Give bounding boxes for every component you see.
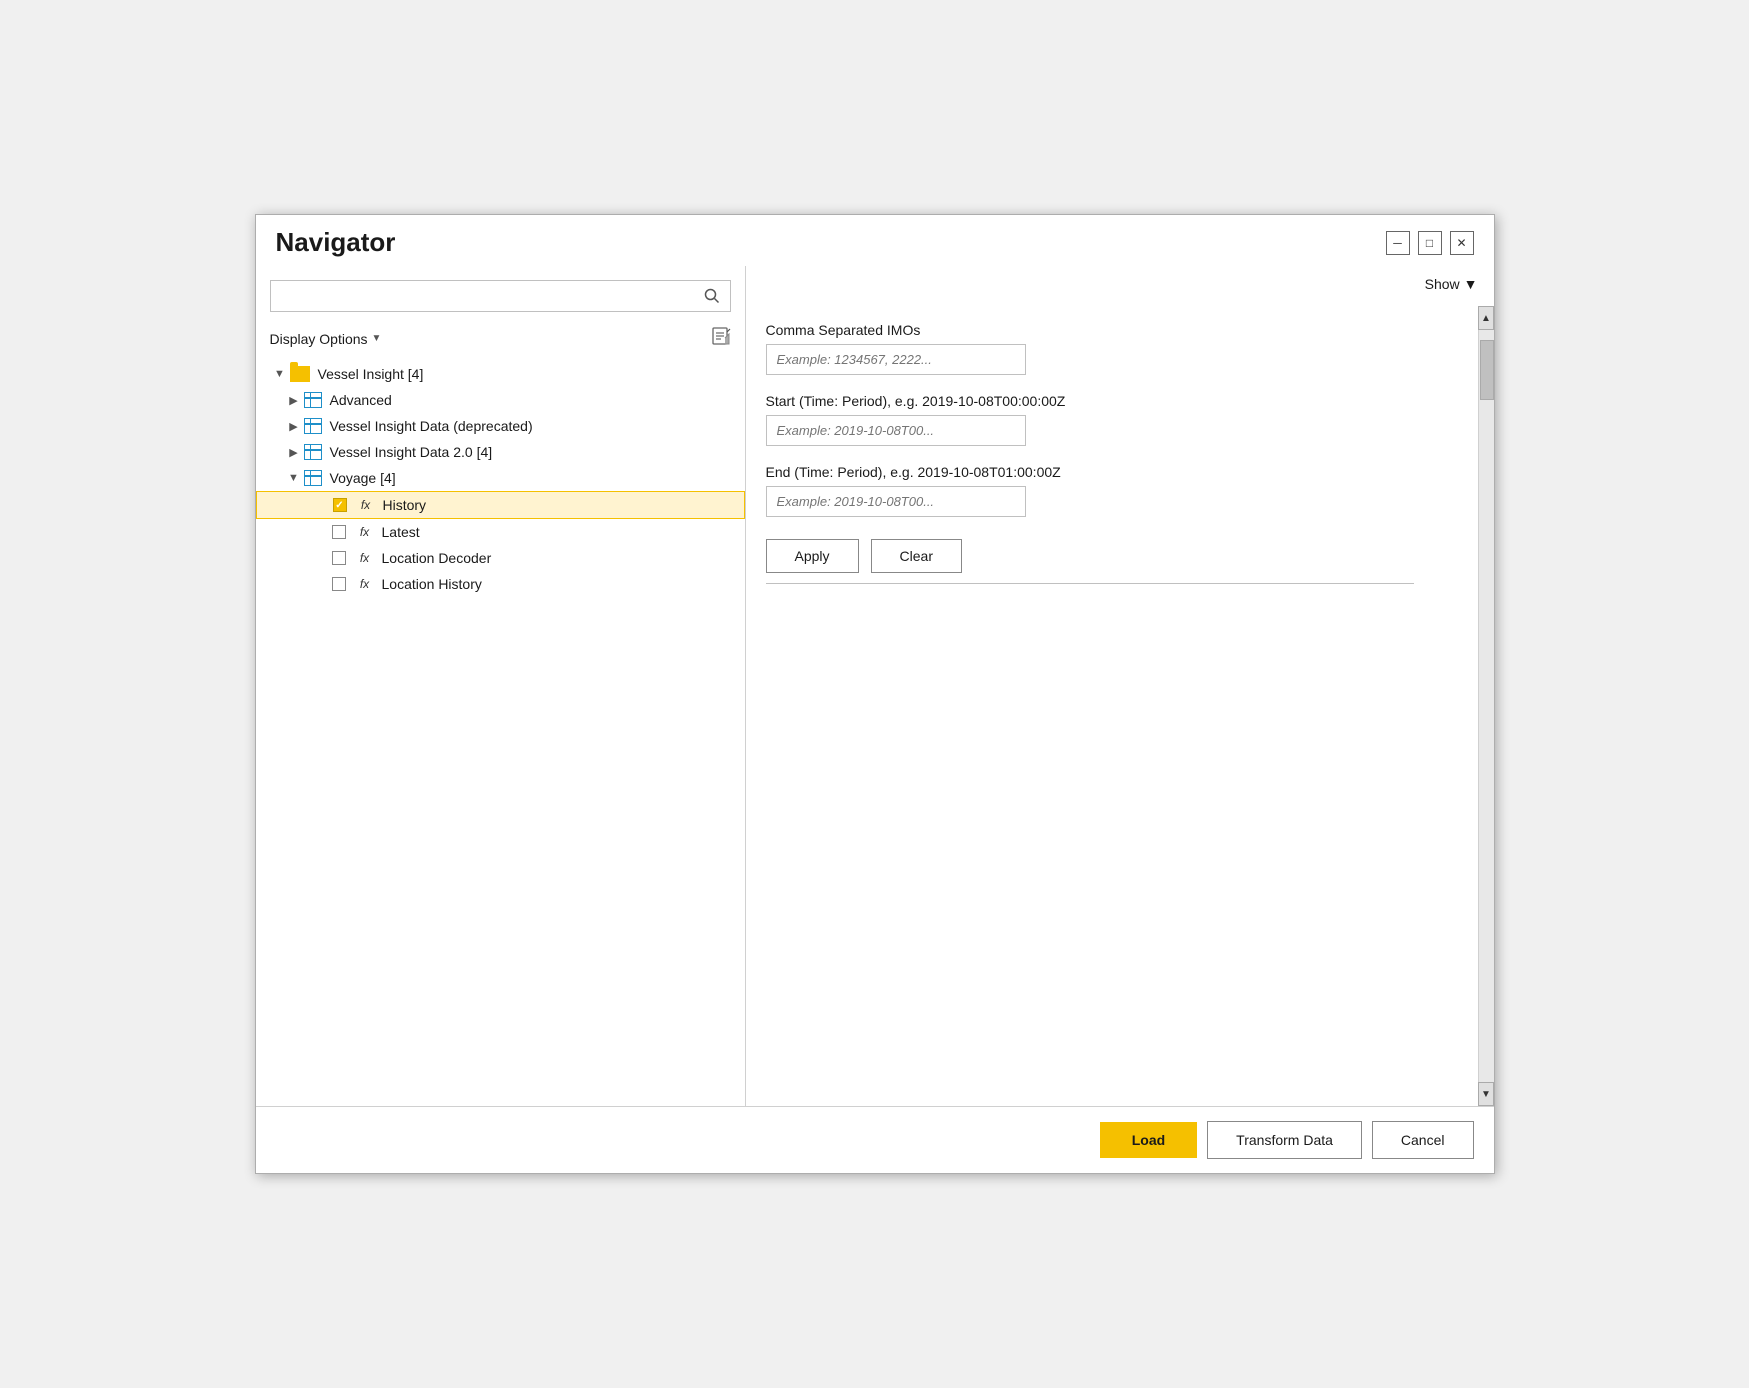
checkbox-location-decoder[interactable]: [332, 551, 346, 565]
form-divider: [766, 583, 1414, 584]
tree-label-latest: Latest: [382, 524, 420, 540]
tree-label-history: History: [383, 497, 427, 513]
export-button[interactable]: [711, 326, 731, 351]
navigator-dialog: Navigator ─ □ ✕ Displa: [255, 214, 1495, 1174]
tree-label-deprecated: Vessel Insight Data (deprecated): [330, 418, 533, 434]
form-field-imos: Comma Separated IMOs: [766, 322, 1454, 375]
collapse-arrow-vessel-insight: ▼: [270, 368, 290, 380]
table-icon-deprecated: [304, 418, 322, 434]
show-button[interactable]: Show ▼: [1425, 276, 1478, 292]
field-start-input[interactable]: [766, 415, 1026, 446]
tree-item-history[interactable]: fx History: [256, 491, 745, 519]
display-options-row: Display Options ▼: [256, 322, 745, 357]
left-panel: Display Options ▼: [256, 266, 746, 1106]
display-options-label: Display Options: [270, 331, 368, 347]
minimize-button[interactable]: ─: [1386, 231, 1410, 255]
cancel-button[interactable]: Cancel: [1372, 1121, 1474, 1159]
window-controls: ─ □ ✕: [1386, 231, 1474, 255]
title-bar: Navigator ─ □ ✕: [256, 215, 1494, 266]
fx-icon-latest: fx: [354, 524, 376, 540]
clear-button[interactable]: Clear: [871, 539, 962, 573]
table-icon-voyage: [304, 470, 322, 486]
fx-icon-location-history: fx: [354, 576, 376, 592]
apply-button[interactable]: Apply: [766, 539, 859, 573]
scroll-track: [1479, 330, 1494, 1082]
scroll-thumb[interactable]: [1480, 340, 1494, 400]
field-start-label: Start (Time: Period), e.g. 2019-10-08T00…: [766, 393, 1454, 409]
collapse-arrow-voyage: ▼: [284, 472, 304, 484]
table-icon-data-20: [304, 444, 322, 460]
form-buttons: Apply Clear: [766, 539, 1454, 573]
field-end-label: End (Time: Period), e.g. 2019-10-08T01:0…: [766, 464, 1454, 480]
display-options-button[interactable]: Display Options ▼: [270, 331, 382, 347]
maximize-button[interactable]: □: [1418, 231, 1442, 255]
field-imos-input[interactable]: [766, 344, 1026, 375]
tree-label-vessel-insight: Vessel Insight [4]: [318, 366, 424, 382]
checkbox-history[interactable]: [333, 498, 347, 512]
dialog-title: Navigator: [276, 227, 396, 258]
show-chevron-icon: ▼: [1464, 276, 1478, 292]
tree-item-location-decoder[interactable]: fx Location Decoder: [256, 545, 745, 571]
checkbox-location-history[interactable]: [332, 577, 346, 591]
search-bar-container: [270, 280, 731, 312]
tree-item-advanced[interactable]: ▶ Advanced: [256, 387, 745, 413]
scrollbar: ▲ ▼: [1478, 306, 1494, 1106]
close-button[interactable]: ✕: [1450, 231, 1474, 255]
field-imos-label: Comma Separated IMOs: [766, 322, 1454, 338]
show-label: Show: [1425, 276, 1460, 292]
tree-label-voyage: Voyage [4]: [330, 470, 396, 486]
tree-label-location-history: Location History: [382, 576, 482, 592]
search-input[interactable]: [271, 282, 694, 310]
tree-label-data-20: Vessel Insight Data 2.0 [4]: [330, 444, 493, 460]
expand-arrow-data-20: ▶: [284, 446, 304, 459]
tree-item-vessel-insight-data-20[interactable]: ▶ Vessel Insight Data 2.0 [4]: [256, 439, 745, 465]
fx-icon-history: fx: [355, 497, 377, 513]
display-options-chevron-icon: ▼: [372, 333, 382, 344]
tree-label-advanced: Advanced: [330, 392, 392, 408]
search-icon: [704, 288, 720, 304]
table-icon-advanced: [304, 392, 322, 408]
expand-arrow-advanced: ▶: [284, 394, 304, 407]
form-area: Comma Separated IMOs Start (Time: Period…: [746, 302, 1494, 1106]
scroll-up-button[interactable]: ▲: [1478, 306, 1494, 330]
tree-item-vessel-insight[interactable]: ▼ Vessel Insight [4]: [256, 361, 745, 387]
scroll-down-button[interactable]: ▼: [1478, 1082, 1494, 1106]
tree-area: ▼ Vessel Insight [4] ▶ Advanced ▶ Vessel…: [256, 357, 745, 1106]
load-button[interactable]: Load: [1100, 1122, 1197, 1158]
search-button[interactable]: [694, 281, 730, 311]
tree-label-location-decoder: Location Decoder: [382, 550, 492, 566]
main-area: Display Options ▼: [256, 266, 1494, 1106]
field-end-input[interactable]: [766, 486, 1026, 517]
expand-arrow-deprecated: ▶: [284, 420, 304, 433]
tree-item-vessel-insight-deprecated[interactable]: ▶ Vessel Insight Data (deprecated): [256, 413, 745, 439]
export-icon: [711, 326, 731, 346]
footer: Load Transform Data Cancel: [256, 1106, 1494, 1173]
folder-icon-vessel-insight: [290, 366, 310, 382]
form-field-start: Start (Time: Period), e.g. 2019-10-08T00…: [766, 393, 1454, 446]
transform-data-button[interactable]: Transform Data: [1207, 1121, 1362, 1159]
right-panel: Show ▼ ▲ ▼ Comma Separated IMOs: [746, 266, 1494, 1106]
fx-icon-location-decoder: fx: [354, 550, 376, 566]
checkbox-latest[interactable]: [332, 525, 346, 539]
form-field-end: End (Time: Period), e.g. 2019-10-08T01:0…: [766, 464, 1454, 517]
tree-item-location-history[interactable]: fx Location History: [256, 571, 745, 597]
right-header: Show ▼: [746, 266, 1494, 302]
tree-item-voyage[interactable]: ▼ Voyage [4]: [256, 465, 745, 491]
tree-item-latest[interactable]: fx Latest: [256, 519, 745, 545]
